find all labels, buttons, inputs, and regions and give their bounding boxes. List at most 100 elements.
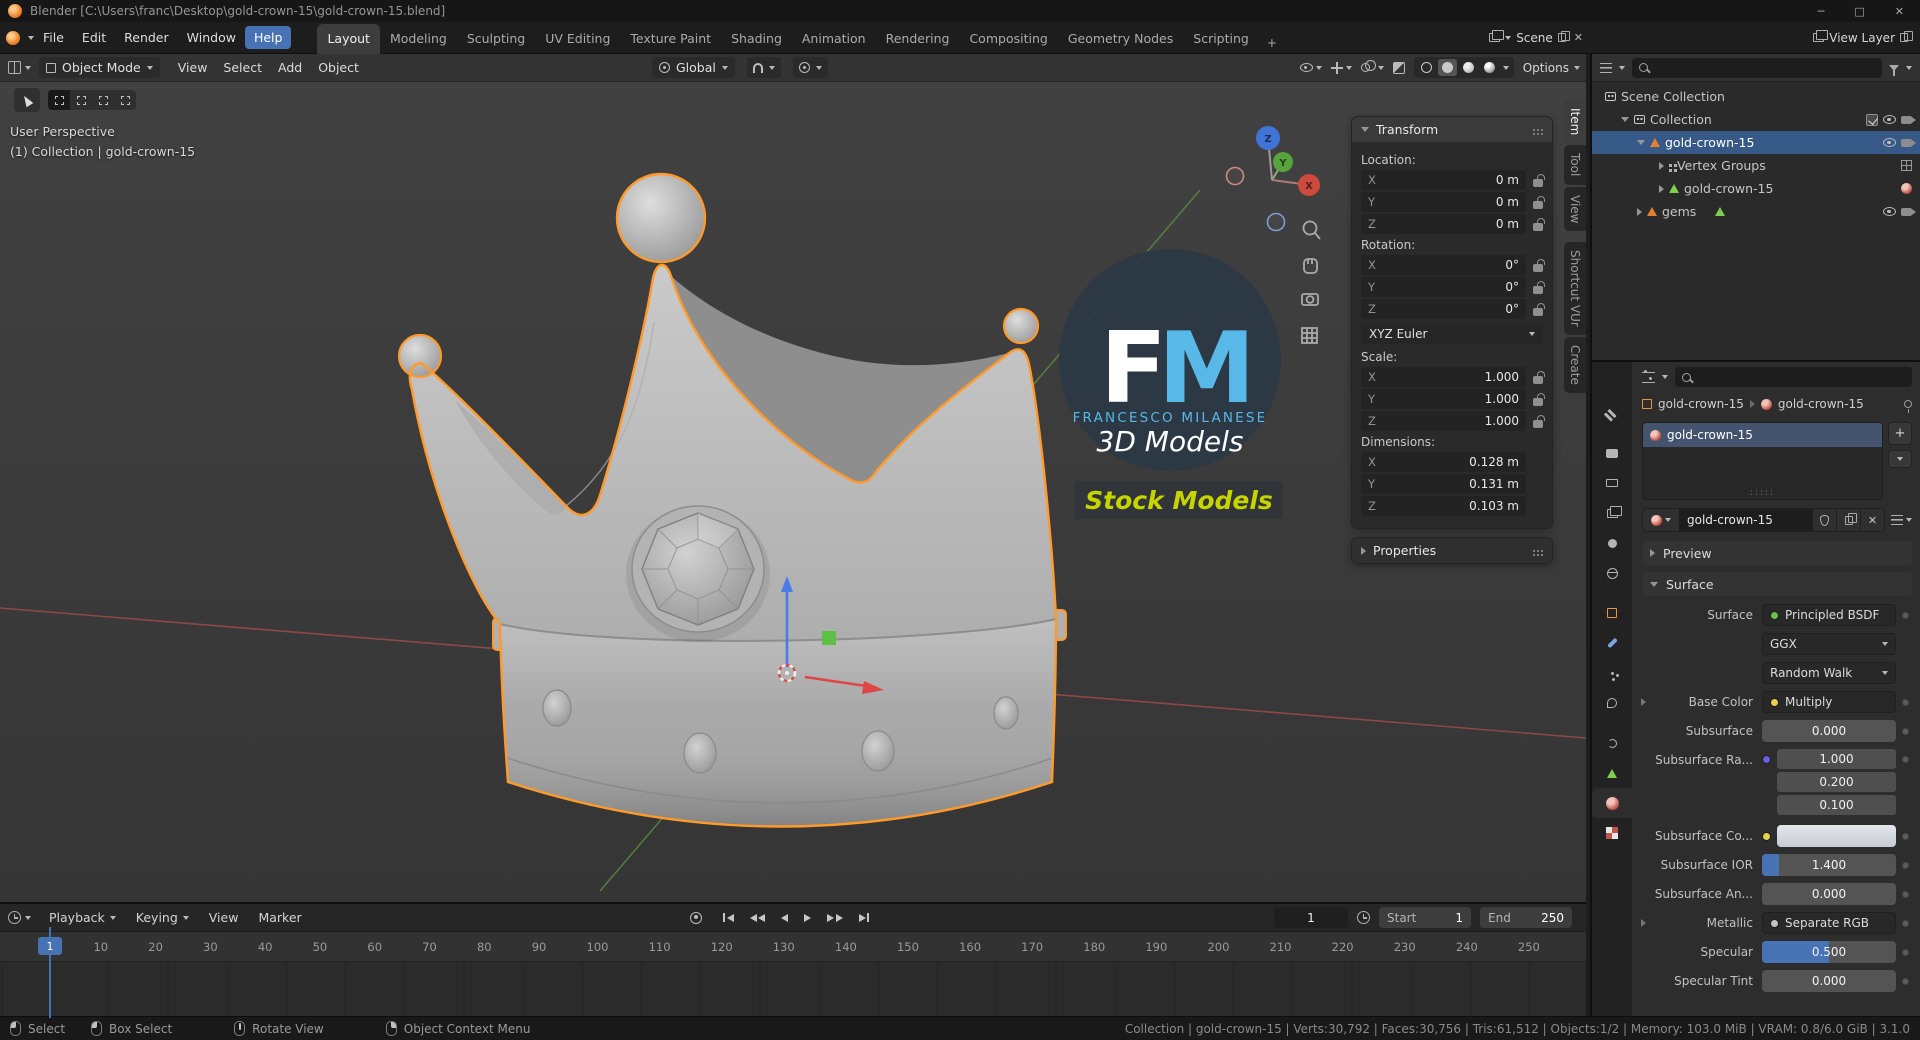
timeline-ruler[interactable]: 1102030405060708090100110120130140150160… — [0, 932, 1586, 962]
select-mode-subtract[interactable] — [92, 90, 114, 110]
animate-dot[interactable] — [1901, 861, 1909, 869]
view-layer-name[interactable]: View Layer — [1829, 31, 1895, 45]
tab-modifiers[interactable] — [1592, 628, 1632, 658]
subsurface-color-swatch[interactable] — [1777, 825, 1896, 847]
slot-specials-button[interactable] — [1888, 450, 1912, 468]
timeline-editor-icon[interactable] — [8, 911, 21, 924]
location-field[interactable]: Z 0 m — [1361, 214, 1526, 234]
outliner-row-gems[interactable]: gems — [1592, 200, 1920, 223]
dimensions-field[interactable]: X 0.128 m — [1361, 452, 1526, 472]
collection-checkbox[interactable] — [1866, 113, 1878, 126]
scene-browse-icon[interactable] — [1489, 30, 1505, 42]
material-filter-dropdown[interactable] — [1891, 515, 1912, 525]
tab-scene[interactable] — [1592, 528, 1632, 558]
menu-keying[interactable]: Keying — [128, 906, 197, 929]
animate-dot[interactable] — [1901, 611, 1909, 619]
new-material-button[interactable] — [1836, 509, 1860, 531]
select-tool-button[interactable] — [14, 88, 40, 112]
animate-dot[interactable] — [1901, 919, 1909, 927]
snap-magnet-icon[interactable] — [752, 62, 763, 73]
dimensions-field[interactable]: Y 0.131 m — [1361, 474, 1526, 494]
gizmos-dropdown[interactable] — [1330, 61, 1352, 74]
snap-toggle-group[interactable] — [746, 57, 781, 78]
tab-physics[interactable] — [1592, 688, 1632, 718]
fake-user-button[interactable] — [1812, 509, 1836, 531]
viewport-3d[interactable]: F M FRANCESCO MILANESE 3D Models Stock M… — [0, 82, 1586, 902]
axis-neg-z-ball[interactable] — [1266, 212, 1286, 232]
tab-object-data[interactable] — [1592, 758, 1632, 788]
subsurface-slider[interactable]: 0.000 — [1762, 720, 1896, 742]
close-button[interactable]: ✕ — [1895, 5, 1904, 18]
material-name-field[interactable]: gold-crown-15 — [1679, 509, 1812, 531]
animate-dot[interactable] — [1901, 727, 1909, 735]
outliner-row-mesh-data[interactable]: gold-crown-15 — [1592, 177, 1920, 200]
menu-file[interactable]: File — [34, 26, 73, 49]
playhead-badge[interactable]: 1 — [38, 937, 62, 955]
lock-icon[interactable] — [1533, 392, 1545, 406]
rotation-field[interactable]: Z 0° — [1361, 299, 1526, 319]
animate-dot[interactable] — [1901, 890, 1909, 898]
subsurface-radius-field[interactable]: 0.100 — [1777, 795, 1896, 815]
subsurface-radius-field[interactable]: 1.000 — [1777, 749, 1896, 769]
shading-solid-button[interactable] — [1437, 59, 1457, 76]
select-mode-intersect[interactable] — [114, 90, 136, 110]
metallic-link-button[interactable]: Separate RGB — [1762, 912, 1896, 934]
material-slot-row[interactable]: gold-crown-15 — [1643, 423, 1882, 447]
tab-object[interactable] — [1592, 598, 1632, 628]
transform-orientation-dropdown[interactable]: Global — [652, 57, 735, 78]
workspace-tab-texture-paint[interactable]: Texture Paint — [620, 24, 721, 54]
shading-material-button[interactable] — [1459, 59, 1478, 76]
scene-unlink-icon[interactable]: ✕ — [1571, 29, 1586, 46]
outliner-row-object[interactable]: gold-crown-15 — [1592, 131, 1920, 154]
tab-output[interactable] — [1592, 468, 1632, 498]
animate-dot[interactable] — [1901, 832, 1909, 840]
hide-viewport-icon[interactable] — [1883, 207, 1896, 216]
play-button[interactable] — [799, 911, 816, 925]
tab-view[interactable]: View — [1564, 186, 1586, 232]
location-field[interactable]: X 0 m — [1361, 170, 1526, 190]
lock-icon[interactable] — [1533, 217, 1545, 231]
expand-icon[interactable] — [1637, 140, 1645, 145]
properties-subpanel[interactable]: Properties — [1351, 537, 1553, 564]
tab-tool[interactable]: Tool — [1564, 145, 1586, 185]
select-mode-extend[interactable] — [70, 90, 92, 110]
timeline-track[interactable] — [0, 962, 1586, 1016]
outliner-row-vertex-groups[interactable]: Vertex Groups — [1592, 154, 1920, 177]
expand-icon[interactable] — [1659, 161, 1664, 170]
shading-rendered-button[interactable] — [1480, 59, 1499, 76]
overlays-dropdown[interactable] — [1360, 60, 1384, 72]
hide-viewport-icon[interactable] — [1883, 138, 1896, 147]
subsurface-aniso-slider[interactable]: 0.000 — [1762, 883, 1896, 905]
tab-texture[interactable] — [1592, 818, 1632, 848]
menu-object[interactable]: Object — [310, 56, 367, 79]
prev-keyframe-button[interactable] — [745, 911, 771, 925]
lock-icon[interactable] — [1533, 302, 1545, 316]
menu-window[interactable]: Window — [178, 26, 245, 49]
tab-item[interactable]: Item — [1564, 100, 1586, 144]
base-color-link-button[interactable]: Multiply — [1762, 691, 1896, 713]
tab-render[interactable] — [1592, 438, 1632, 468]
surface-section-header[interactable]: Surface — [1642, 572, 1912, 596]
outliner-search[interactable] — [1632, 57, 1882, 78]
expand-icon[interactable] — [1621, 117, 1629, 122]
jump-to-start-button[interactable] — [718, 910, 739, 925]
breadcrumb-object[interactable]: gold-crown-15 — [1658, 397, 1744, 411]
tab-view-layer[interactable] — [1592, 498, 1632, 528]
shading-wireframe-button[interactable] — [1417, 59, 1436, 76]
expand-icon[interactable] — [1640, 919, 1646, 927]
properties-search-input[interactable] — [1697, 369, 1905, 385]
object-visibility-dropdown[interactable] — [1299, 63, 1322, 72]
maximize-button[interactable]: □ — [1854, 5, 1864, 18]
snap-caret-icon[interactable] — [768, 65, 775, 70]
subsurface-radius-field[interactable]: 0.200 — [1777, 772, 1896, 792]
tab-constraints[interactable] — [1592, 728, 1632, 758]
lock-icon[interactable] — [1533, 280, 1545, 294]
proportional-edit-icon[interactable] — [798, 62, 810, 73]
shading-caret-icon[interactable] — [1502, 65, 1509, 70]
breadcrumb-material[interactable]: gold-crown-15 — [1778, 397, 1864, 411]
workspace-tab-layout[interactable]: Layout — [317, 23, 380, 54]
distribution-dropdown[interactable]: GGX — [1762, 633, 1896, 655]
workspace-tab-sculpting[interactable]: Sculpting — [457, 24, 535, 54]
lock-icon[interactable] — [1533, 173, 1545, 187]
rotation-field[interactable]: Y 0° — [1361, 277, 1526, 297]
